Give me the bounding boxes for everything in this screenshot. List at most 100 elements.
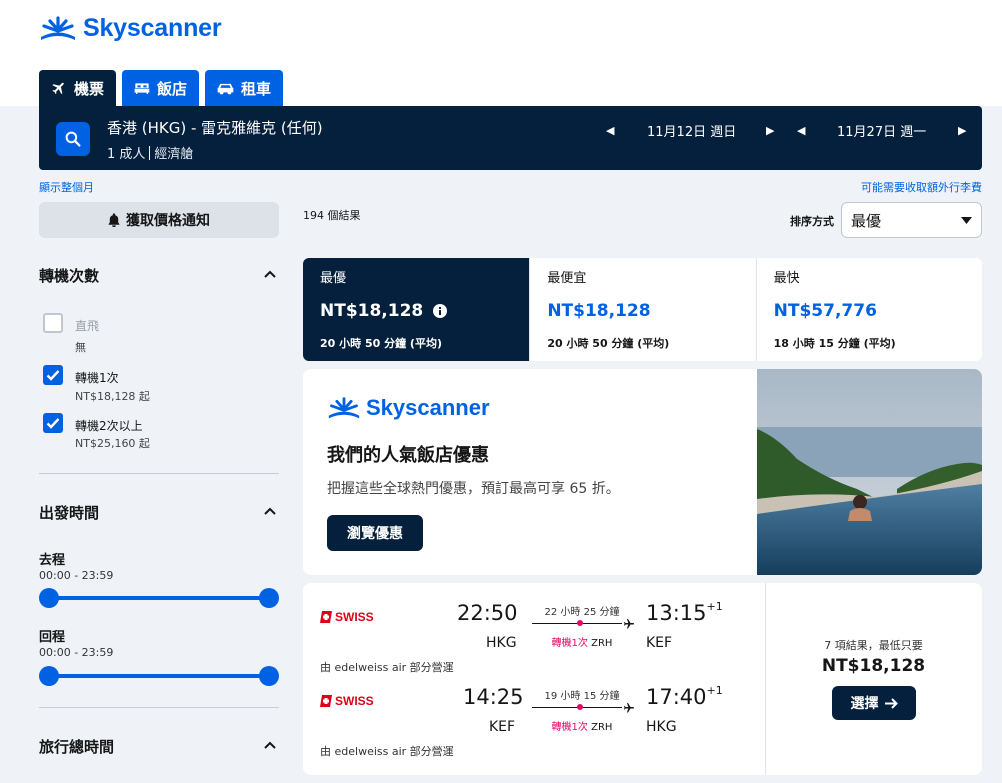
tab-label: 租車 [241,79,272,98]
airline-logo: SWISS [320,610,374,624]
stops-filter-title[interactable]: 轉機次數 [39,265,99,286]
deal-count-text: 7 項結果，最低只要 [824,639,923,652]
bell-icon [108,213,120,227]
ad-logo-text: Skyscanner [366,395,490,420]
check-icon [46,370,60,381]
whole-month-link[interactable]: 顯示整個月 [39,179,94,195]
sort-tab-name: 最快 [773,271,800,286]
return-date-prev-button[interactable]: ◀ [797,120,805,140]
sort-label: 排序方式 [790,215,834,228]
depart-times-filter-title[interactable]: 出發時間 [39,502,99,523]
option-one-stop-sub: NT$18,128 起 [75,390,150,403]
card-divider [765,583,766,775]
search-button[interactable] [56,122,90,156]
caret-down-icon [961,216,972,224]
divider [39,473,279,474]
sunrise-logo-icon [328,396,360,418]
header: Skyscanner 機票 飯店 租車 [0,0,1002,106]
plane-icon [624,703,634,713]
return-slider-track[interactable] [49,674,269,678]
swiss-flag-icon [320,695,332,707]
price-text: NT$18,128 [320,301,424,321]
chevron-up-icon[interactable] [263,504,277,518]
return-label: 回程 [39,630,66,645]
sort-tab-name: 最優 [320,271,347,286]
option-two-plus-sub: NT$25,160 起 [75,437,150,450]
via-airport: ZRH [591,638,613,649]
product-tabs: 機票 飯店 租車 [39,70,284,106]
outbound-stops: 轉機1次 ZRH [532,634,632,649]
select-flight-button[interactable]: 選擇 [832,686,916,720]
arrive-time-text: 17:40 [646,685,707,709]
return-arrive-code: HKG [646,719,677,735]
passengers-cabin[interactable]: 1 成人 經濟艙 [107,143,193,162]
sort-tab-fastest[interactable]: 最快 NT$57,776 18 小時 15 分鐘 (平均) [755,258,982,361]
chevron-up-icon[interactable] [263,267,277,281]
stops-count: 轉機1次 [551,638,588,649]
checkbox-two-plus-stops[interactable] [43,413,63,433]
outbound-depart-time: 22:50 [457,601,518,625]
plane-icon [52,82,64,95]
outbound-slider-min-handle[interactable] [39,588,59,608]
price-alert-label: 獲取價格通知 [126,213,210,229]
checkbox-one-stop[interactable] [43,365,63,385]
ad-skyscanner-logo: Skyscanner [327,395,490,421]
option-one-stop-label: 轉機1次 [75,371,119,385]
return-slider-min-handle[interactable] [39,666,59,686]
via-airport: ZRH [591,722,613,733]
checkbox-direct[interactable] [43,313,63,333]
return-stops: 轉機1次 ZRH [532,718,632,733]
deal-price: NT$18,128 [821,656,926,676]
outbound-slider-track[interactable] [49,596,269,600]
sort-tab-best[interactable]: 最優 NT$18,128 20 小時 50 分鐘 (平均) [303,258,530,361]
hotel-deals-ad[interactable]: Skyscanner 我們的人氣飯店優惠 把握這些全球熱門優惠，預訂最高可享 6… [303,369,982,575]
baggage-fee-link[interactable]: 可能需要收取額外行李費 [861,179,982,195]
sort-tab-price: NT$18,128 [547,301,651,321]
search-summary-bar[interactable]: 香港 (HKG) - 雷克雅維克 (任何) 1 成人 經濟艙 ◀ 11月12日 週… [39,106,982,170]
return-range: 00:00 - 23:59 [39,646,114,659]
browse-deals-button[interactable]: 瀏覽優惠 [327,515,423,551]
cabin-text: 經濟艙 [154,147,194,162]
outbound-range: 00:00 - 23:59 [39,569,114,582]
journey-duration-filter-title[interactable]: 旅行總時間 [39,736,114,757]
flight-result-card[interactable]: SWISS 22:50 HKG 22 小時 25 分鐘 轉機1次 ZRH 13:… [303,583,982,775]
stop-dot [577,620,583,626]
airline-logo: SWISS [320,694,374,708]
info-icon[interactable] [433,304,448,318]
chevron-up-icon[interactable] [263,738,277,752]
ad-subtitle: 把握這些全球熱門優惠，預訂最高可享 65 折。 [327,481,620,497]
bed-icon [134,83,150,94]
return-slider-max-handle[interactable] [259,666,279,686]
sort-tab-cheapest[interactable]: 最便宜 NT$18,128 20 小時 50 分鐘 (平均) [529,258,755,361]
return-arrive-time: 17:40+1 [646,684,723,709]
outbound-slider-max-handle[interactable] [259,588,279,608]
arrive-day-offset: +1 [706,600,723,613]
sort-value: 最優 [851,211,882,230]
results-count: 194 個結果 [303,209,361,222]
sort-tab-duration: 18 小時 15 分鐘 (平均) [773,337,896,350]
option-two-plus-label: 轉機2次以上 [75,419,143,433]
swiss-flag-icon [320,611,332,623]
depart-date-next-button[interactable]: ▶ [766,120,774,140]
tab-flights[interactable]: 機票 [39,70,117,106]
separator [149,146,151,160]
depart-date-prev-button[interactable]: ◀ [606,120,614,140]
return-depart-time: 14:25 [463,685,524,709]
return-date[interactable]: 11月27日 週一 [837,120,926,140]
tab-car-hire[interactable]: 租車 [205,70,284,106]
sort-select[interactable]: 最優 [841,202,982,238]
return-depart-code: KEF [489,719,516,735]
infinity-pool-photo [757,369,982,575]
route-text[interactable]: 香港 (HKG) - 雷克雅維克 (任何) [107,117,323,138]
outbound-depart-code: HKG [486,635,517,651]
arrive-time-text: 13:15 [646,601,707,625]
sort-tab-name: 最便宜 [547,271,587,286]
arrive-day-offset: +1 [706,684,723,697]
return-operated-by: 由 edelweiss air 部分營運 [320,745,454,758]
plane-icon [624,619,634,629]
tab-hotels[interactable]: 飯店 [122,70,200,106]
depart-date[interactable]: 11月12日 週日 [647,120,736,140]
skyscanner-logo[interactable]: Skyscanner [39,14,222,43]
price-alert-button[interactable]: 獲取價格通知 [39,202,279,238]
return-date-next-button[interactable]: ▶ [958,120,966,140]
